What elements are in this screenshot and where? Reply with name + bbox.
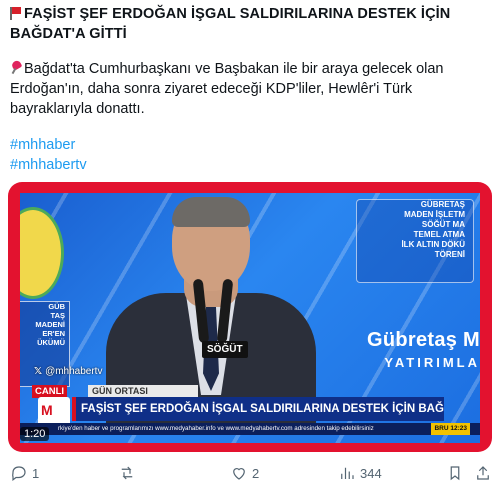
pushpin-icon [10, 61, 23, 74]
share-button[interactable] [474, 464, 496, 482]
panel-text: SÖĞÜT MA [421, 220, 465, 229]
red-flag-icon [10, 7, 21, 20]
post-body-text: Bağdat'ta Cumhurbaşkanı ve Başbakan ile … [10, 61, 444, 117]
panel-text: GÜBRETAŞ [420, 200, 465, 209]
program-label: GÜN ORTASI [88, 385, 198, 397]
hashtag-link[interactable]: #mhhabertv [10, 155, 87, 175]
repost-icon [121, 466, 133, 480]
post-action-bar: 1 2 344 [0, 462, 500, 486]
panel-text: TAŞ [50, 311, 65, 320]
post-title: FAŞİST ŞEF ERDOĞAN İŞGAL SALDIRILARINA D… [10, 4, 490, 44]
speaker-hair [172, 197, 250, 227]
panel-text: GÜB [48, 302, 65, 311]
like-count: 2 [252, 465, 260, 481]
panel-text: TÖRENİ [434, 250, 465, 259]
right-stage-panel: GÜBRETAŞ MADEN İŞLETM SÖĞÜT MA TEMEL ATM… [356, 199, 474, 283]
views-button[interactable]: 344 [338, 464, 382, 482]
panel-text: ÜKÜMÜ [37, 338, 65, 347]
panel-text: MADENİ [35, 320, 65, 329]
channel-logo-text: M [41, 402, 53, 418]
post-title-text: FAŞİST ŞEF ERDOĞAN İŞGAL SALDIRILARINA D… [10, 6, 451, 42]
hashtag-list: #mhhaber #mhhabertv [10, 135, 87, 175]
ticker-clock: BRU 12:23 [431, 423, 470, 435]
hashtag-link[interactable]: #mhhaber [10, 135, 87, 155]
post-body: Bağdat'ta Cumhurbaşkanı ve Başbakan ile … [10, 59, 492, 119]
panel-text: TEMEL ATMA [413, 230, 465, 239]
stage-brand-subtext: YATIRIMLA [384, 355, 480, 370]
heart-icon [233, 468, 245, 480]
repost-button[interactable] [118, 464, 140, 482]
reply-count: 1 [32, 465, 40, 481]
news-ticker: CANLI GÜN ORTASI M FAŞİST ŞEF ERDOĞAN İŞ… [20, 375, 480, 443]
video-duration: 1:20 [20, 427, 50, 441]
panel-text: MADEN İŞLETM [404, 210, 465, 219]
stage-brand-text: Gübretaş M [366, 329, 480, 351]
ticker-headline: FAŞİST ŞEF ERDOĞAN İŞGAL SALDIRILARINA D… [72, 397, 444, 421]
bookmark-button[interactable] [446, 464, 468, 482]
ticker-crawl: rkiye'den haber ve programlarımızı www.m… [20, 423, 480, 435]
podium-label: SÖĞÜT [202, 341, 248, 358]
panel-text: ER'EN [42, 329, 65, 338]
reply-icon [12, 466, 26, 481]
bookmark-icon [450, 466, 460, 481]
video-player[interactable]: GÜB TAŞ MADENİ ER'EN ÜKÜMÜ GÜBRETAŞ MADE… [8, 182, 492, 452]
share-icon [477, 466, 489, 480]
view-count: 344 [360, 465, 382, 481]
views-chart-icon [341, 467, 354, 479]
ticker-crawl-text: rkiye'den haber ve programlarımızı www.m… [58, 425, 374, 432]
like-button[interactable]: 2 [230, 464, 259, 482]
reply-button[interactable]: 1 [10, 464, 39, 482]
panel-text: İLK ALTIN DÖKÜ [401, 240, 465, 249]
